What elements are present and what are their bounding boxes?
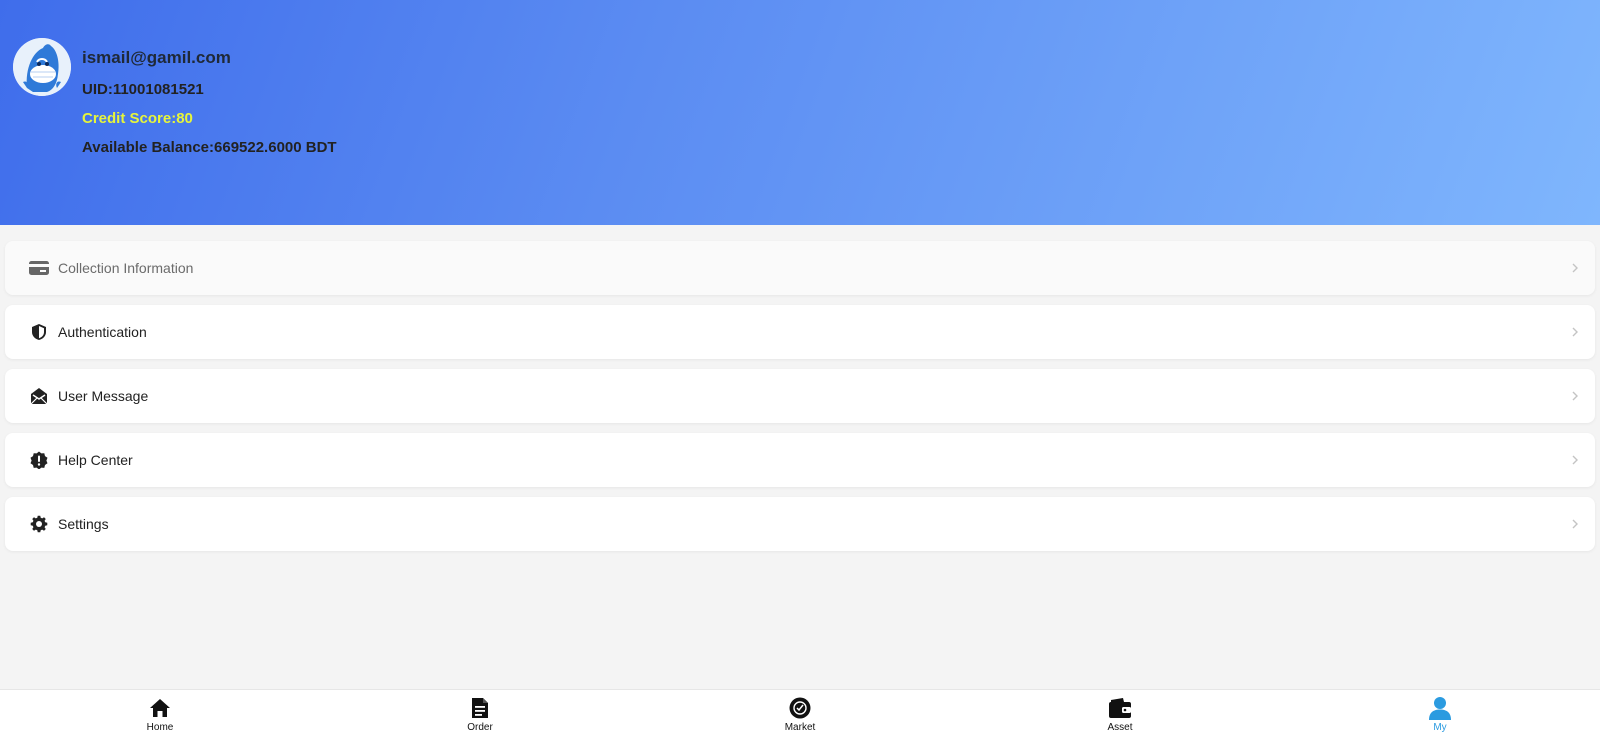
menu-item-label: Collection Information <box>58 260 194 276</box>
mascot-icon <box>13 38 71 96</box>
gear-icon <box>28 513 50 535</box>
document-icon <box>468 696 492 720</box>
tab-home[interactable]: Home <box>100 690 220 739</box>
chevron-right-icon <box>1569 326 1581 338</box>
menu-item-label: Authentication <box>58 324 147 340</box>
menu-item-collection-information[interactable]: Collection Information <box>5 241 1595 295</box>
chevron-right-icon <box>1569 518 1581 530</box>
chevron-right-icon <box>1569 262 1581 274</box>
bottom-tab-bar: Home Order Market Asset My <box>0 689 1600 739</box>
tab-market[interactable]: Market <box>740 690 860 739</box>
credit-score: Credit Score:80 <box>82 110 193 127</box>
tab-label: Order <box>467 722 493 733</box>
user-email: ismail@gamil.com <box>82 48 231 67</box>
tab-order[interactable]: Order <box>420 690 540 739</box>
menu-item-settings[interactable]: Settings <box>5 497 1595 551</box>
home-icon <box>148 696 172 720</box>
help-badge-icon <box>28 449 50 471</box>
user-icon <box>1428 696 1452 720</box>
shield-icon <box>28 321 50 343</box>
profile-header: ismail@gamil.com UID:11001081521 Credit … <box>0 0 1600 225</box>
available-balance: Available Balance:669522.6000 BDT <box>82 139 337 156</box>
menu-item-label: Help Center <box>58 452 133 468</box>
menu-item-label: Settings <box>58 516 109 532</box>
market-icon <box>788 696 812 720</box>
tab-label: Market <box>784 722 816 733</box>
avatar[interactable] <box>13 38 71 96</box>
tab-my[interactable]: My <box>1380 690 1500 739</box>
tab-label: My <box>1433 722 1447 733</box>
tab-label: Asset <box>1107 722 1133 733</box>
envelope-icon <box>28 385 50 407</box>
wallet-icon <box>1108 696 1132 720</box>
chevron-right-icon <box>1569 390 1581 402</box>
menu-item-authentication[interactable]: Authentication <box>5 305 1595 359</box>
menu-item-user-message[interactable]: User Message <box>5 369 1595 423</box>
user-uid: UID:11001081521 <box>82 81 204 98</box>
menu-item-label: User Message <box>58 388 149 404</box>
chevron-right-icon <box>1569 454 1581 466</box>
tab-label: Home <box>146 722 174 733</box>
tab-asset[interactable]: Asset <box>1060 690 1180 739</box>
card-icon <box>28 257 50 279</box>
menu-item-help-center[interactable]: Help Center <box>5 433 1595 487</box>
